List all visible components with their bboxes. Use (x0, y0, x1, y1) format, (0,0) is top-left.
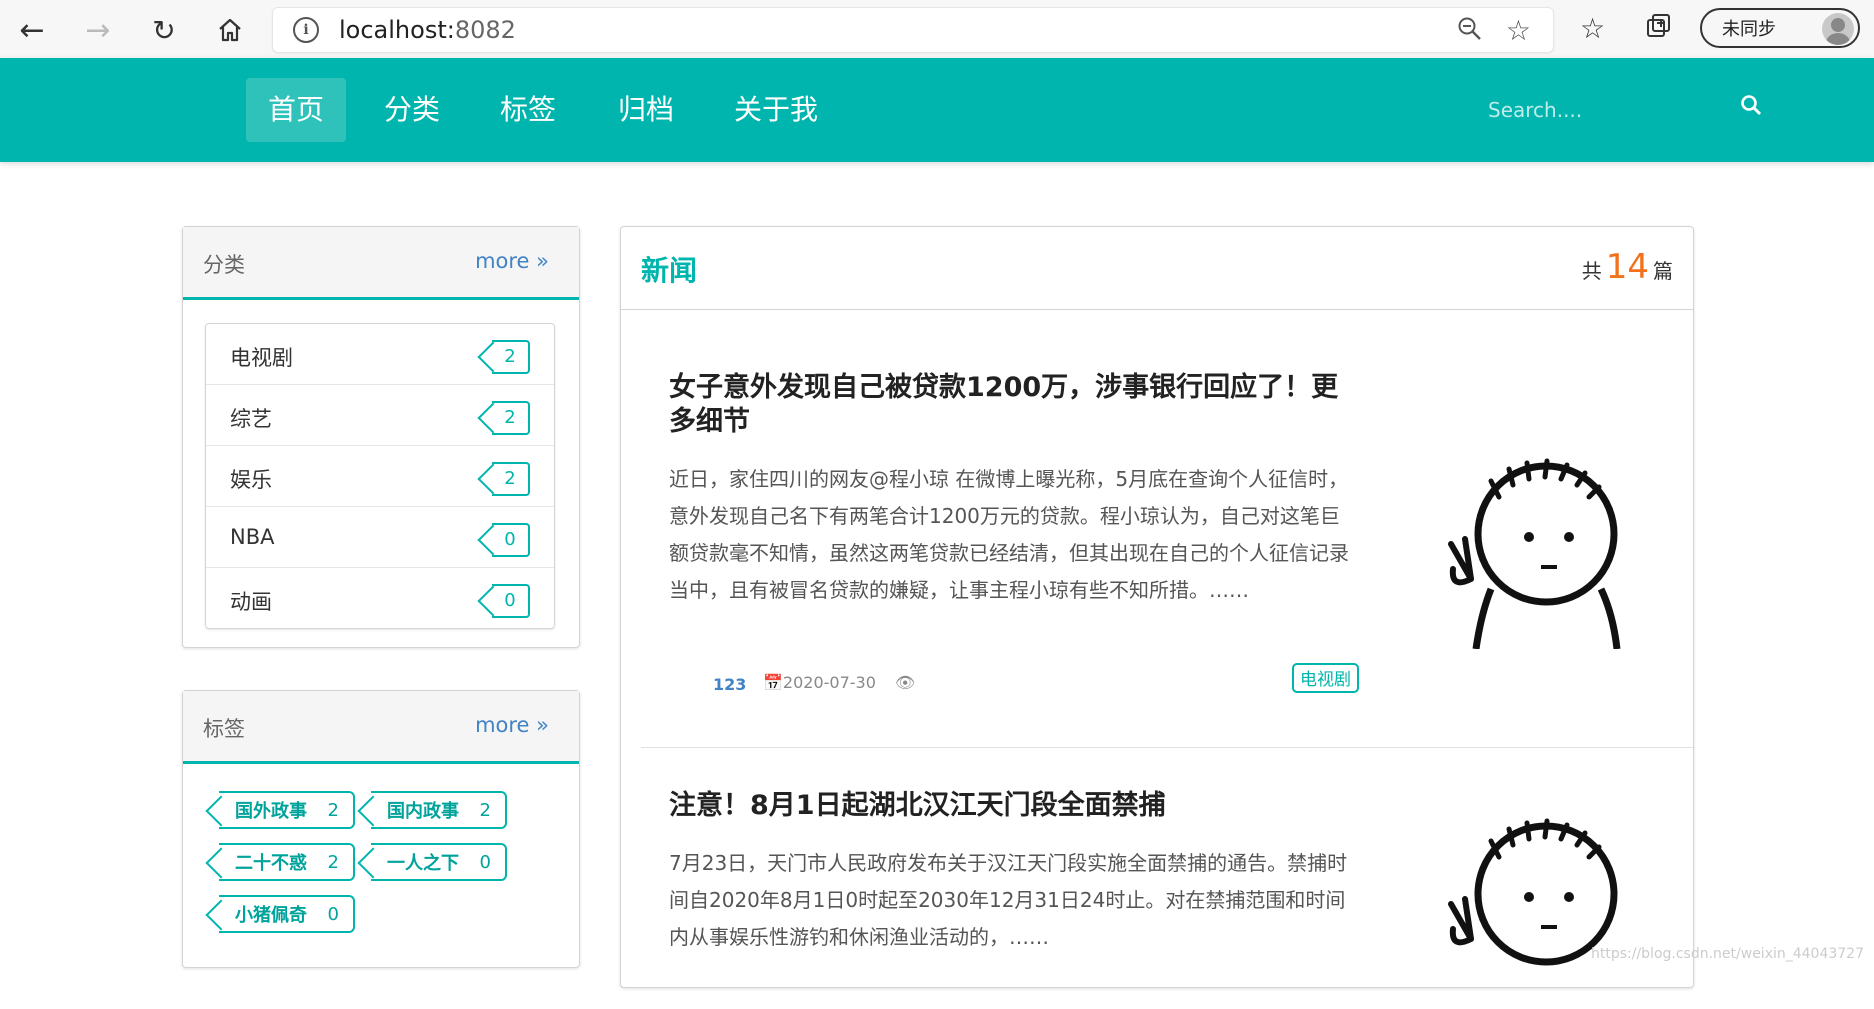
nav-item-tags[interactable]: 标签 (478, 78, 578, 142)
category-item[interactable]: 娱乐 2 (206, 446, 554, 507)
category-item[interactable]: 电视剧 2 (206, 324, 554, 385)
category-item[interactable]: 综艺 2 (206, 385, 554, 446)
tag-item[interactable]: 小猪佩奇 0 (219, 895, 355, 933)
category-item[interactable]: NBA 0 (206, 507, 554, 568)
article-divider (641, 747, 1695, 748)
refresh-icon[interactable]: ↻ (144, 10, 184, 50)
category-more-link[interactable]: more » (475, 249, 549, 273)
category-name: 综艺 (230, 407, 272, 431)
watermark-text: https://blog.csdn.net/weixin_44043727 (1590, 946, 1864, 962)
favorites-icon[interactable]: ☆ (1580, 12, 1605, 45)
article-title[interactable]: 注意！8月1日起湖北汉江天门段全面禁捕 (669, 789, 1359, 823)
collections-icon[interactable] (1644, 12, 1672, 47)
category-count-badge: 2 (492, 462, 530, 496)
category-item[interactable]: 动画 0 (206, 568, 554, 628)
back-icon[interactable]: ← (12, 10, 52, 50)
tag-panel-title: 标签 (203, 717, 245, 741)
tag-more-link[interactable]: more » (475, 713, 549, 737)
site-navbar: 首页 分类 标签 归档 关于我 Search.... (0, 58, 1874, 162)
avatar (1822, 13, 1854, 45)
address-bar[interactable]: i localhost:8082 ☆ (272, 7, 1554, 53)
home-icon[interactable] (210, 10, 250, 50)
article-category-label[interactable]: 电视剧 (1292, 663, 1359, 693)
category-count-badge: 0 (492, 584, 530, 618)
category-list: 电视剧 2 综艺 2 娱乐 2 NBA 0 动画 0 (205, 323, 555, 629)
tag-item[interactable]: 二十不惑 2 (219, 843, 355, 881)
browser-toolbar: ← → ↻ i localhost:8082 ☆ ☆ 未同步 (0, 0, 1874, 59)
nav-item-home[interactable]: 首页 (246, 78, 347, 142)
article-item: 注意！8月1日起湖北汉江天门段全面禁捕 7月23日，天门市人民政府发布关于汉江天… (641, 749, 1695, 989)
category-count-badge: 2 (492, 401, 530, 435)
nav-item-category[interactable]: 分类 (362, 78, 462, 142)
tag-item[interactable]: 国内政事 2 (371, 791, 507, 829)
sync-label: 未同步 (1722, 19, 1776, 40)
forward-icon[interactable]: → (78, 10, 118, 50)
category-name: 电视剧 (230, 346, 293, 370)
favorite-star-icon[interactable]: ☆ (1506, 14, 1531, 47)
category-count-badge: 2 (492, 340, 530, 374)
eye-icon: 👁 (895, 673, 916, 692)
category-name: 娱乐 (230, 468, 272, 492)
nav-item-archive[interactable]: 归档 (596, 78, 696, 142)
category-panel: 分类 more » 电视剧 2 综艺 2 娱乐 2 NBA 0 动画 0 (182, 226, 580, 648)
news-panel: 新闻 共 14 篇 女子意外发现自己被贷款1200万，涉事银行回应了！更多细节 近日… (620, 226, 1695, 989)
article-meta: 123 📅2020-07-30 👁 电视剧 (669, 663, 1359, 705)
tag-item[interactable]: 国外政事 2 (219, 791, 355, 829)
url-text: localhost:8082 (339, 16, 516, 44)
search-input[interactable]: Search.... (1488, 98, 1582, 122)
article-date: 📅2020-07-30 (763, 673, 876, 692)
category-panel-title: 分类 (203, 253, 245, 277)
article-item: 女子意外发现自己被贷款1200万，涉事银行回应了！更多细节 近日，家住四川的网友… (641, 309, 1695, 749)
article-title[interactable]: 女子意外发现自己被贷款1200万，涉事银行回应了！更多细节 (669, 371, 1359, 439)
category-name: NBA (230, 525, 275, 549)
tag-item[interactable]: 一人之下 0 (371, 843, 507, 881)
tag-panel: 标签 more » 国外政事 2 国内政事 2 二十不惑 2 一人之下 0 小猪佩奇 0 (182, 690, 580, 968)
zoom-icon[interactable] (1457, 16, 1483, 49)
article-thumbnail[interactable] (1421, 799, 1641, 1009)
tag-panel-header: 标签 more » (183, 691, 579, 764)
sync-profile-button[interactable]: 未同步 (1700, 8, 1860, 48)
article-thumbnail[interactable] (1421, 439, 1641, 649)
news-panel-title: 新闻 (641, 254, 698, 287)
category-name: 动画 (230, 590, 272, 614)
category-count-badge: 0 (492, 523, 530, 557)
article-count: 共 14 篇 (1581, 247, 1673, 287)
article-excerpt: 近日，家住四川的网友@程小琼 在微博上曝光称，5月底在查询个人征信时，意外发现自… (669, 467, 1349, 602)
nav-item-about[interactable]: 关于我 (712, 78, 840, 142)
news-panel-header: 新闻 共 14 篇 (621, 227, 1693, 310)
category-panel-header: 分类 more » (183, 227, 579, 300)
article-author[interactable]: 123 (713, 675, 746, 694)
article-excerpt: 7月23日，天门市人民政府发布关于汉江天门段实施全面禁捕的通告。禁捕时间自202… (669, 851, 1348, 949)
search-icon[interactable] (1740, 94, 1762, 122)
info-icon[interactable]: i (293, 17, 319, 43)
